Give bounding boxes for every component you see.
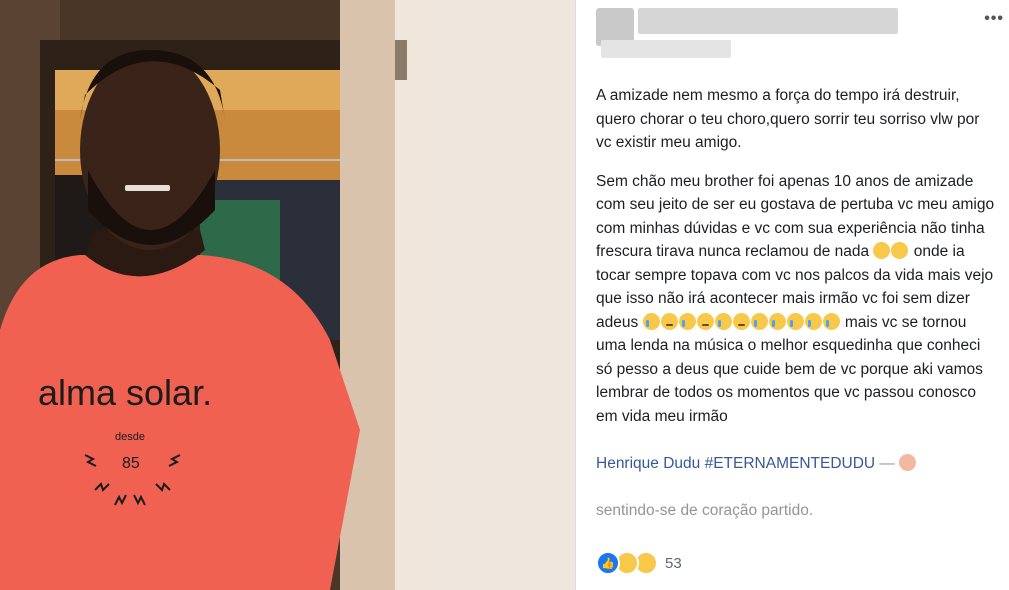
crying-emoji-icon: [642, 312, 660, 330]
feeling-dash: —: [875, 454, 900, 472]
photo-scene: alma solar. desde 85: [0, 0, 575, 590]
like-icon: 👍: [596, 551, 620, 575]
reaction-count[interactable]: 53: [665, 555, 682, 572]
crying-emoji-icon: [768, 312, 786, 330]
crying-emoji-icon: [714, 312, 732, 330]
post-header: •••: [576, 0, 1009, 70]
post-paragraph-2: Sem chão meu brother foi apenas 10 anos …: [596, 172, 999, 519]
post-paragraph-1: A amizade nem mesmo a força do tempo irá…: [596, 87, 984, 151]
post-text: A amizade nem mesmo a força do tempo irá…: [596, 84, 996, 537]
tag-link[interactable]: Henrique Dudu: [596, 455, 700, 472]
shirt-text: alma solar.: [38, 372, 212, 413]
sad-emoji-icon: [732, 312, 750, 330]
broken-heart-face-icon: [899, 453, 917, 471]
post-photo[interactable]: alma solar. desde 85: [0, 0, 575, 590]
smiling-emoji-icon: [891, 242, 909, 259]
sad-emoji-icon: [696, 312, 714, 330]
more-options-icon[interactable]: •••: [984, 10, 1004, 28]
crying-emoji-icon: [750, 312, 768, 330]
post-panel: ••• A amizade nem mesmo a força do tempo…: [575, 0, 1009, 590]
reactions-summary[interactable]: 👍 53: [596, 551, 682, 575]
shirt-small: desde: [115, 431, 145, 443]
feeling-text[interactable]: sentindo-se de coração partido.: [596, 502, 813, 519]
crying-emoji-icon: [822, 312, 840, 330]
grinning-emoji-icon: [873, 242, 891, 259]
crying-emoji-icon: [786, 312, 804, 330]
crying-emoji-icon: [804, 312, 822, 330]
sad-emoji-icon: [660, 312, 678, 330]
hashtag-link[interactable]: #ETERNAMENTEDUDU: [705, 455, 876, 472]
crying-emoji-icon: [678, 312, 696, 330]
post-meta-blurred: [601, 40, 731, 58]
shirt-number: 85: [122, 455, 140, 472]
author-name-blurred[interactable]: [638, 8, 898, 34]
